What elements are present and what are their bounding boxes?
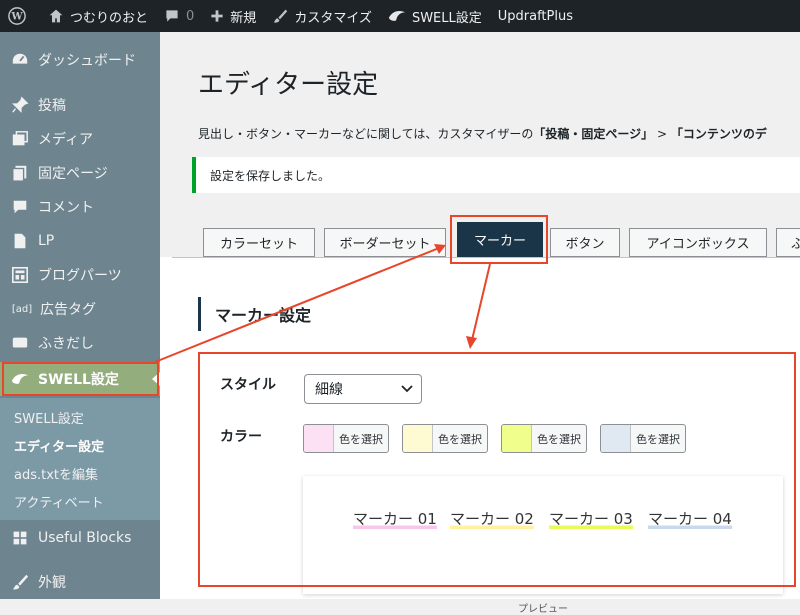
sidebar-item-label: ブログパーツ [38, 268, 122, 284]
tab-border-set[interactable]: ボーダーセット [324, 228, 446, 257]
comment-icon [166, 10, 178, 22]
sidebar-item-pages[interactable]: 固定ページ [0, 156, 160, 190]
section-title: マーカー設定 [198, 297, 311, 331]
media-icon [10, 129, 30, 149]
sidebar-item-label: 外観 [38, 575, 66, 591]
swell-icon [388, 11, 406, 21]
ad-icon: [ad] [11, 303, 33, 315]
tab-fukidashi[interactable]: ふ [776, 228, 800, 257]
brush-icon [273, 9, 288, 23]
desc-bold-posts: 「投稿・固定ページ」 [533, 127, 654, 141]
updraft-label: UpdraftPlus [497, 8, 573, 24]
tab-icon-box[interactable]: アイコンボックス [629, 228, 767, 257]
sidebar-item-media[interactable]: メディア [0, 122, 160, 156]
new-label: 新規 [230, 10, 257, 26]
sidebar-item-lp[interactable]: LP [0, 224, 160, 258]
updraftplus-link[interactable]: UpdraftPlus [490, 0, 581, 32]
swell-submenu: SWELL設定 エディター設定 ads.txtを編集 アクティベート [0, 398, 160, 520]
customize-label: カスタマイズ [294, 10, 372, 26]
admin-bar: W つむりのおと 0 新規 カスタマイズ SWELL設定 UpdraftPlus [0, 0, 800, 32]
speech-bubble-icon [10, 333, 30, 353]
comment-icon [10, 197, 30, 217]
sidebar-item-label: 広告タグ [40, 302, 96, 318]
sidebar-item-ad-tags[interactable]: [ad] 広告タグ [0, 292, 160, 326]
tab-button[interactable]: ボタン [550, 228, 620, 257]
site-name: つむりのおと [70, 10, 149, 26]
submenu-item-activate[interactable]: アクティベート [14, 492, 104, 511]
callout-marker-settings [198, 352, 796, 587]
sidebar-item-label: メディア [38, 132, 94, 148]
sidebar-item-dashboard[interactable]: ダッシュボード [0, 43, 160, 77]
desc-text: 見出し・ボタン・マーカーなどに関しては、カスタマイザーの [198, 127, 534, 141]
blog-parts-icon [10, 265, 30, 285]
sidebar-item-label: 固定ページ [38, 166, 108, 182]
sidebar-item-label: コメント [38, 200, 94, 216]
comments-link[interactable]: 0 [156, 0, 202, 32]
sidebar-item-label: ダッシュボード [38, 53, 136, 69]
svg-text:W: W [10, 12, 23, 23]
sidebar-item-blog-parts[interactable]: ブログパーツ [0, 258, 160, 292]
dashboard-icon [10, 50, 30, 70]
preview-caption: プレビュー [518, 604, 568, 615]
sidebar-item-label: Useful Blocks [38, 530, 132, 546]
sidebar-item-comments[interactable]: コメント [0, 190, 160, 224]
site-name-link[interactable]: つむりのおと [40, 0, 156, 32]
document-icon [10, 231, 30, 251]
home-icon [49, 9, 63, 23]
plus-icon [211, 10, 223, 22]
notice-text: 設定を保存しました。 [210, 168, 331, 183]
desc-separator: > [653, 127, 671, 141]
sidebar-item-fukidashi[interactable]: ふきだし [0, 326, 160, 360]
blocks-icon [10, 528, 30, 548]
sidebar-item-posts[interactable]: 投稿 [0, 88, 160, 122]
sidebar-item-useful-blocks[interactable]: Useful Blocks [0, 521, 160, 555]
comments-count: 0 [186, 8, 195, 24]
sidebar-item-appearance[interactable]: 外観 [0, 565, 160, 599]
page-description: 見出し・ボタン・マーカーなどに関しては、カスタマイザーの「投稿・固定ページ」 >… [198, 125, 767, 142]
swell-label: SWELL設定 [411, 10, 482, 26]
page-title: エディター設定 [198, 70, 379, 100]
callout-marker-tab [450, 215, 548, 264]
page-icon [10, 163, 30, 183]
swell-settings-link[interactable]: SWELL設定 [380, 0, 490, 32]
tab-color-set[interactable]: カラーセット [203, 228, 315, 257]
sidebar-item-label: LP [38, 233, 55, 249]
wordpress-logo-icon[interactable]: W [0, 0, 40, 32]
customize-link[interactable]: カスタマイズ [264, 0, 380, 32]
new-content-link[interactable]: 新規 [202, 0, 264, 32]
sidebar-item-label: 投稿 [38, 98, 66, 114]
callout-swell-settings [2, 362, 159, 396]
submenu-item-swell-settings[interactable]: SWELL設定 [14, 408, 84, 427]
brush-icon [10, 572, 30, 592]
pin-icon [10, 95, 30, 115]
saved-notice: 設定を保存しました。 [192, 157, 800, 193]
submenu-item-ads-txt[interactable]: ads.txtを編集 [14, 464, 98, 483]
desc-bold-content: 「コンテンツのデ [670, 127, 767, 141]
submenu-item-editor-settings[interactable]: エディター設定 [14, 436, 104, 455]
sidebar-item-label: ふきだし [38, 336, 94, 352]
